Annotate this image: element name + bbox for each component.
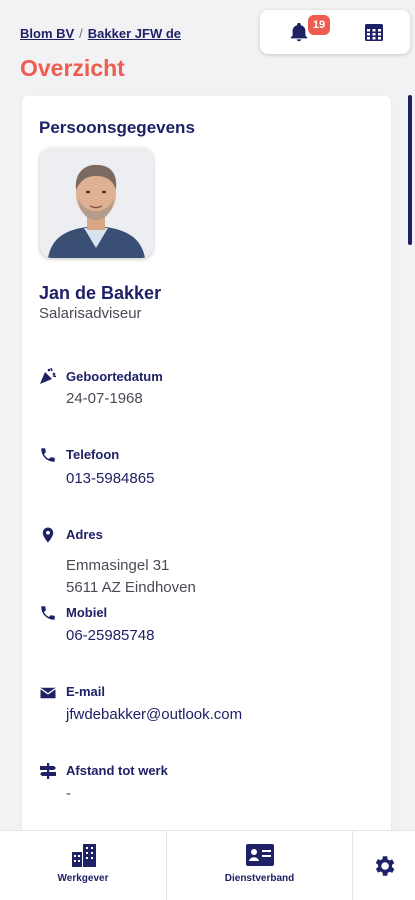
nav-employer-label: Werkgever: [57, 873, 109, 884]
header-actions: 19: [260, 10, 410, 54]
nav-employment-label: Dienstverband: [224, 873, 295, 884]
mail-icon: [39, 684, 57, 702]
scrollbar[interactable]: [408, 95, 412, 245]
party-popper-icon: [39, 367, 57, 385]
birthdate-value: 24-07-1968: [66, 390, 143, 407]
page-title: Overzicht: [20, 55, 125, 81]
settings-button[interactable]: [353, 831, 415, 900]
person-role: Salarisadviseur: [39, 305, 142, 322]
distance-value: -: [66, 785, 71, 802]
email-value[interactable]: jfwdebakker@outlook.com: [66, 704, 242, 725]
phone-icon: [39, 446, 57, 464]
email-label: E-mail: [66, 684, 106, 699]
breadcrumb-employee-link[interactable]: Bakker JFW de: [88, 26, 181, 41]
mobile-label: Mobiel: [66, 605, 108, 620]
address-line1: Emmasingel 31: [66, 557, 170, 574]
distance-label: Afstand tot werk: [66, 763, 168, 778]
personal-details-card: Persoonsgegevens Jan de Bakker Salarisad…: [22, 96, 391, 836]
calendar-icon[interactable]: [364, 22, 384, 42]
phone-label: Telefoon: [66, 447, 120, 462]
signpost-icon: [39, 762, 57, 780]
nav-employer[interactable]: Werkgever: [0, 831, 166, 900]
card-title: Persoonsgegevens: [39, 118, 195, 137]
id-card-icon: [246, 844, 274, 871]
breadcrumb: Blom BV / Bakker JFW de: [20, 26, 181, 41]
location-pin-icon: [39, 526, 57, 544]
bell-icon[interactable]: [288, 21, 310, 43]
person-name: Jan de Bakker: [39, 283, 162, 303]
mobile-value[interactable]: 06-25985748: [66, 625, 154, 646]
breadcrumb-company-link[interactable]: Blom BV: [20, 26, 74, 41]
avatar: [40, 148, 153, 258]
notification-badge[interactable]: 19: [308, 15, 330, 35]
building-icon: [71, 843, 97, 872]
address-label: Adres: [66, 527, 103, 542]
address-line2: 5611 AZ Eindhoven: [66, 579, 196, 596]
gear-icon: [371, 853, 397, 884]
nav-employment[interactable]: Dienstverband: [167, 831, 352, 900]
breadcrumb-separator: /: [79, 26, 83, 41]
bottom-navigation: Werkgever Dienstverband: [0, 830, 415, 900]
phone-icon: [39, 604, 57, 622]
birthdate-label: Geboortedatum: [66, 369, 163, 384]
phone-value[interactable]: 013-5984865: [66, 468, 154, 489]
